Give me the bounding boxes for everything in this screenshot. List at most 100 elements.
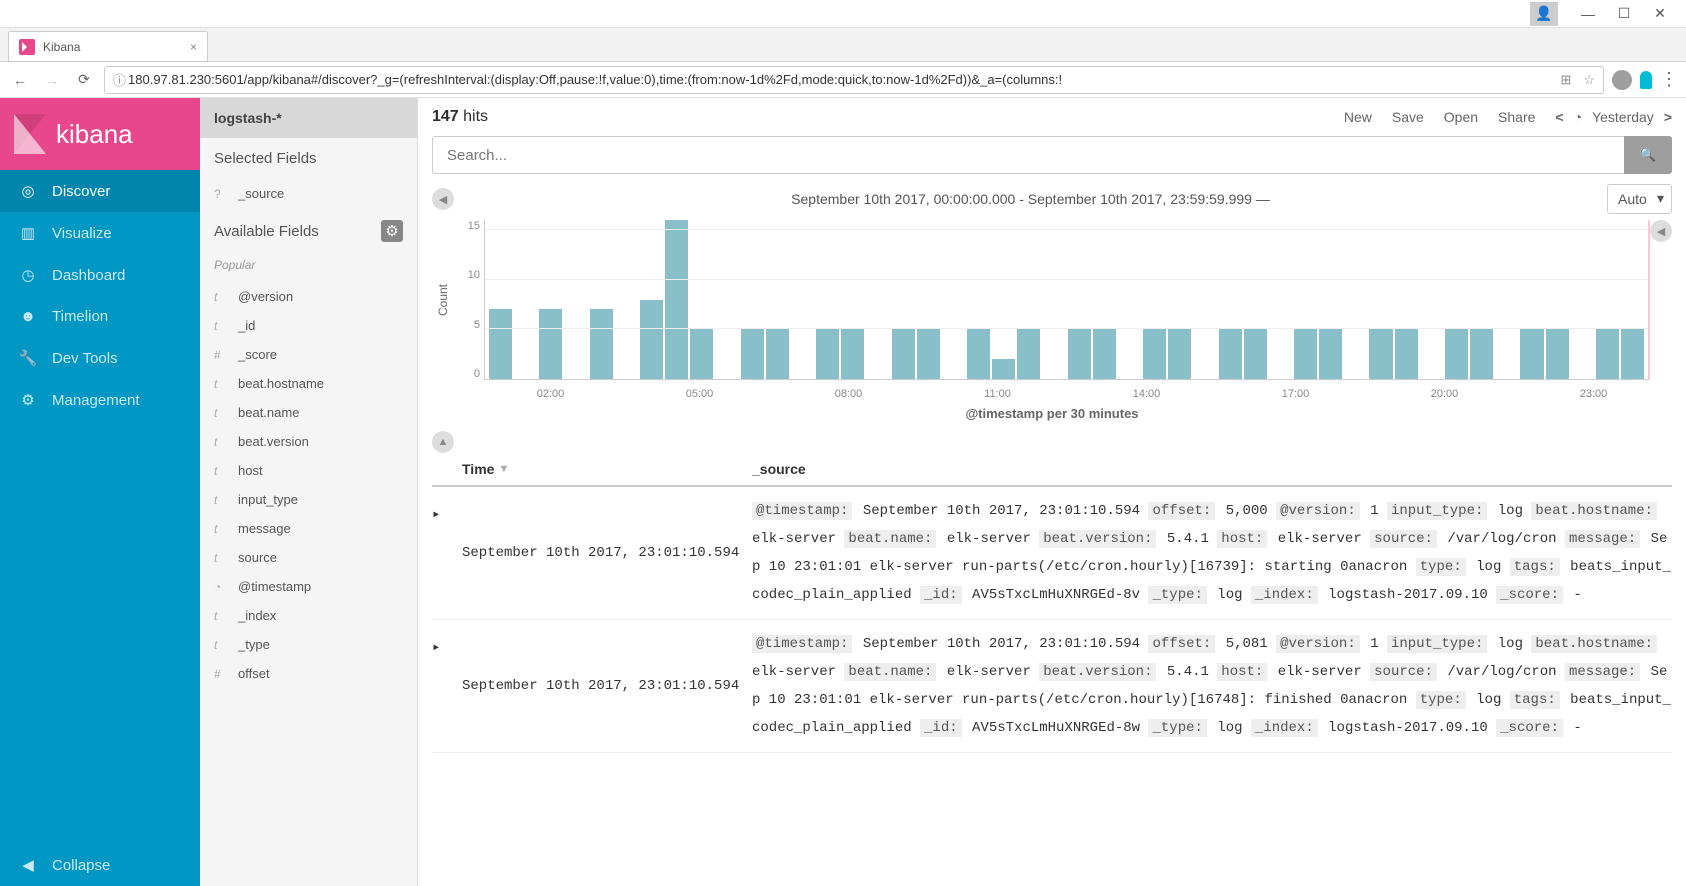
site-info-icon[interactable]: ⓘ [113, 70, 126, 89]
search-input[interactable] [432, 136, 1624, 174]
field-name: _index [238, 608, 276, 623]
translate-icon[interactable]: ⊞ [1560, 72, 1571, 88]
chart-collapse-left[interactable]: ◀ [432, 188, 454, 210]
field-item-source[interactable]: source [200, 543, 417, 572]
nav-dashboard[interactable]: ◷ Dashboard [0, 254, 200, 296]
histogram-bar[interactable] [1445, 329, 1468, 379]
histogram-bar[interactable] [741, 329, 764, 379]
browser-back-button[interactable]: ← [8, 68, 32, 92]
histogram-bar[interactable] [489, 309, 512, 379]
histogram-bar[interactable] [1369, 329, 1392, 379]
browser-menu-icon[interactable]: ⋮ [1660, 69, 1678, 90]
time-range-label[interactable]: Yesterday [1592, 109, 1654, 125]
histogram-bar[interactable] [690, 329, 713, 379]
field-item-host[interactable]: host [200, 456, 417, 485]
kv-key: host: [1217, 663, 1267, 681]
histogram-bar[interactable] [892, 329, 915, 379]
nav-discover[interactable]: ◎ Discover [0, 170, 200, 212]
field-item--source[interactable]: _source [200, 179, 417, 208]
field-item-beat-version[interactable]: beat.version [200, 427, 417, 456]
histogram-bar[interactable] [539, 309, 562, 379]
histogram-bar[interactable] [1017, 329, 1040, 379]
docs-collapse[interactable]: ▲ [432, 431, 454, 453]
browser-forward-button[interactable]: → [40, 68, 64, 92]
field-item--index[interactable]: _index [200, 601, 417, 630]
histogram-bar[interactable] [640, 300, 663, 380]
open-button[interactable]: Open [1444, 109, 1478, 125]
window-minimize[interactable]: — [1570, 2, 1606, 26]
field-item-message[interactable]: message [200, 514, 417, 543]
bookmark-star-icon[interactable]: ☆ [1583, 72, 1595, 88]
histogram-bar[interactable] [1546, 329, 1569, 379]
field-item--type[interactable]: _type [200, 630, 417, 659]
extension-icon[interactable] [1612, 70, 1632, 90]
nav-timelion[interactable]: ☻ Timelion [0, 296, 200, 337]
nav-visualize[interactable]: ▥ Visualize [0, 212, 200, 254]
histogram-bar[interactable] [967, 329, 990, 379]
histogram-bar[interactable] [1520, 329, 1543, 379]
histogram-bar[interactable] [1219, 329, 1242, 379]
field-item--id[interactable]: _id [200, 311, 417, 340]
histogram-bar[interactable] [841, 329, 864, 379]
histogram-bar[interactable] [1621, 329, 1644, 379]
field-item-beat-hostname[interactable]: beat.hostname [200, 369, 417, 398]
histogram-bar[interactable] [1244, 329, 1267, 379]
kv-key: source: [1370, 530, 1437, 548]
histogram-bar[interactable] [1596, 329, 1619, 379]
field-item--score[interactable]: _score [200, 340, 417, 369]
histogram-bar[interactable] [1319, 329, 1342, 379]
histogram-bar[interactable] [590, 309, 613, 379]
histogram-bar[interactable] [816, 329, 839, 379]
browser-reload-button[interactable]: ⟳ [72, 68, 96, 92]
save-button[interactable]: Save [1392, 109, 1424, 125]
field-item-beat-name[interactable]: beat.name [200, 398, 417, 427]
extension-icon-2[interactable] [1640, 71, 1652, 89]
kv-key: _index: [1251, 586, 1318, 604]
field-item--timestamp[interactable]: @timestamp [200, 572, 417, 601]
row-expand-toggle[interactable]: ▸ [432, 497, 462, 609]
field-item-offset[interactable]: offset [200, 659, 417, 688]
field-item-input-type[interactable]: input_type [200, 485, 417, 514]
histogram-bar[interactable] [1093, 329, 1116, 379]
histogram-bar[interactable] [766, 329, 789, 379]
selected-fields-title: Selected Fields [200, 138, 417, 179]
new-button[interactable]: New [1344, 109, 1372, 125]
tab-close-icon[interactable]: × [190, 40, 197, 54]
window-close[interactable]: ✕ [1642, 2, 1678, 26]
histogram-bar[interactable] [1068, 329, 1091, 379]
histogram-bar[interactable] [992, 359, 1015, 379]
nav-collapse[interactable]: ◀ Collapse [0, 844, 200, 886]
sort-desc-icon[interactable]: ▼ [498, 463, 509, 475]
time-next-button[interactable]: > [1664, 109, 1672, 125]
browser-tab-kibana[interactable]: Kibana × [8, 31, 208, 61]
window-maximize[interactable]: ☐ [1606, 2, 1642, 26]
user-icon[interactable]: 👤 [1530, 2, 1558, 26]
kibana-logo[interactable]: kibana [0, 98, 200, 170]
histogram-bar[interactable] [1143, 329, 1166, 379]
share-button[interactable]: Share [1498, 109, 1535, 125]
field-item--version[interactable]: @version [200, 282, 417, 311]
col-header-source[interactable]: _source [752, 461, 1672, 477]
histogram-bar[interactable] [917, 329, 940, 379]
histogram-bar[interactable] [665, 220, 688, 379]
row-expand-toggle[interactable]: ▸ [432, 630, 462, 742]
search-button[interactable]: 🔍 [1624, 136, 1672, 174]
histogram-bar[interactable] [1294, 329, 1317, 379]
interval-select[interactable]: Auto [1607, 184, 1672, 214]
chart-bars[interactable] [484, 220, 1650, 380]
index-pattern-header[interactable]: logstash-* [200, 98, 417, 138]
histogram-bar[interactable] [1470, 329, 1493, 379]
histogram-bar[interactable] [1168, 329, 1191, 379]
nav-management[interactable]: ⚙ Management [0, 379, 200, 421]
histogram-bar[interactable] [1395, 329, 1418, 379]
chart-collapse-right[interactable]: ◀ [1650, 220, 1672, 242]
kibana-app: kibana ◎ Discover ▥ Visualize ◷ Dashboar… [0, 98, 1686, 886]
browser-url-bar[interactable]: ⓘ 180.97.81.230:5601/app/kibana#/discove… [104, 66, 1604, 94]
nav-devtools[interactable]: 🔧 Dev Tools [0, 337, 200, 379]
fields-settings-button[interactable]: ⚙ [381, 220, 403, 242]
search-row: 🔍 [418, 136, 1686, 184]
time-prev-button[interactable]: < [1555, 109, 1563, 125]
col-header-time[interactable]: Time ▼ [462, 461, 752, 477]
kv-key: host: [1217, 530, 1267, 548]
content-scroll[interactable]: ◀ September 10th 2017, 00:00:00.000 - Se… [418, 184, 1686, 886]
